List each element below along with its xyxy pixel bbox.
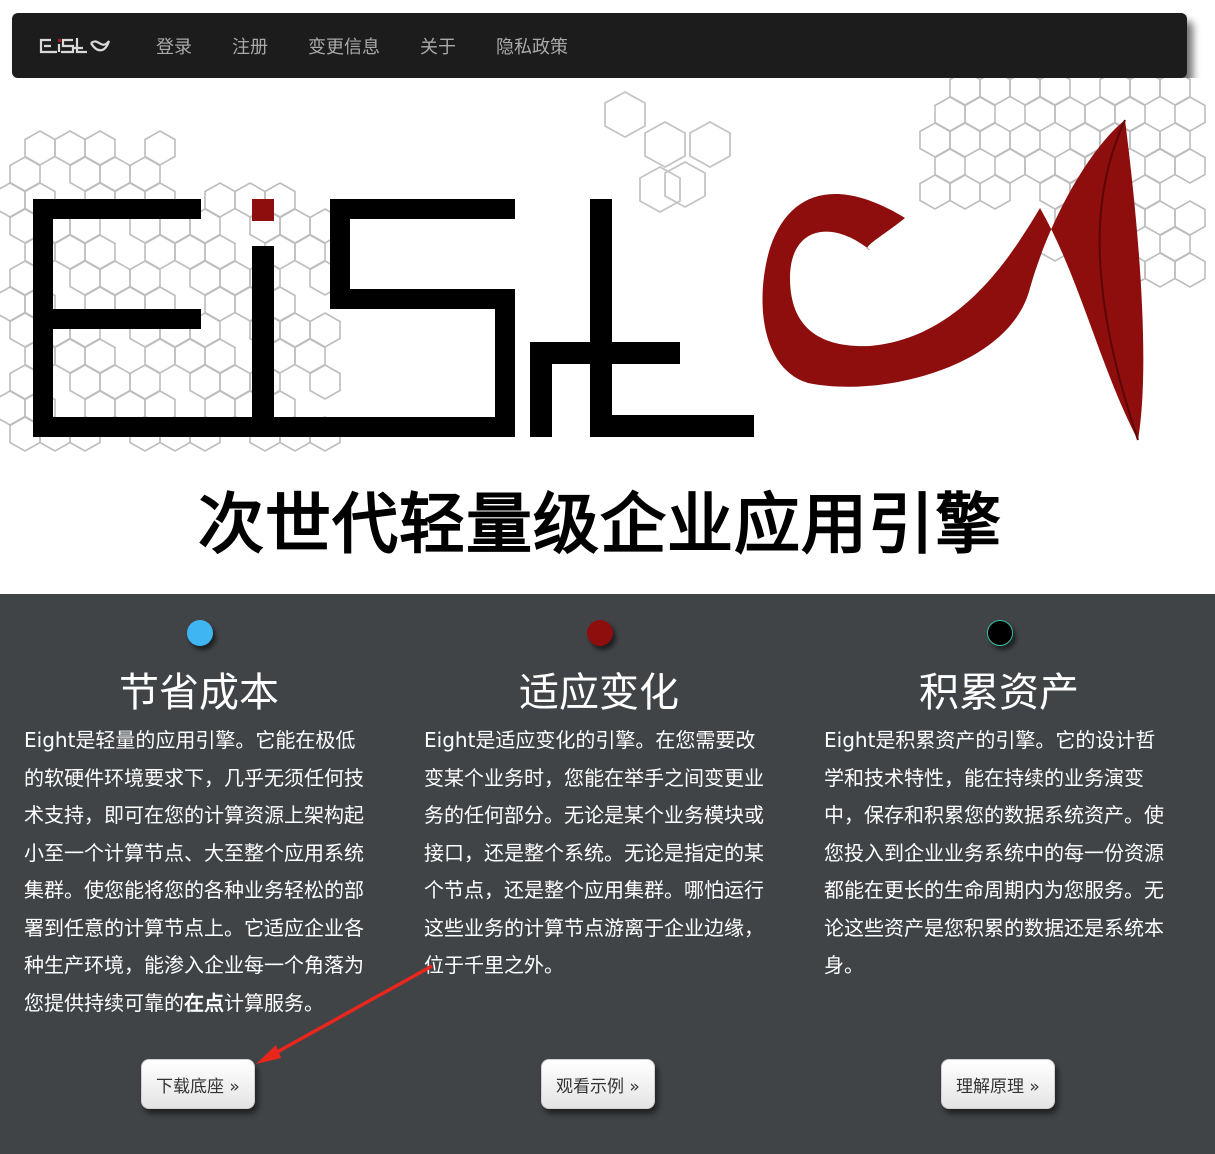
feature-dot-icon xyxy=(987,620,1013,646)
hero-banner: 次世代轻量级企业应用引擎 xyxy=(0,78,1215,594)
download-base-button[interactable]: 下载底座 » xyxy=(141,1059,255,1109)
page: 登录 注册 变更信息 关于 隐私政策 次世代轻量级企业应用引擎 节省成本 Eig… xyxy=(0,0,1215,1154)
nav-privacy-policy[interactable]: 隐私政策 xyxy=(496,33,568,59)
feature-title: 适应变化 xyxy=(519,670,679,716)
nav-about[interactable]: 关于 xyxy=(420,33,456,59)
feature-description: Eight是适应变化的引擎。在您需要改变某个业务时，您能在举手之间变更业务的任何… xyxy=(424,728,764,977)
brand-logo[interactable] xyxy=(26,13,126,78)
nav-register[interactable]: 注册 xyxy=(232,33,268,59)
feature-description: Eight是轻量的应用引擎。它能在极低的软硬件环境要求下，几乎无须任何技术支持，… xyxy=(24,728,364,1015)
feature-description: Eight是积累资产的引擎。它的设计哲学和技术特性，能在持续的业务演变中，保存和… xyxy=(824,728,1164,977)
brand-logo-icon xyxy=(39,37,111,53)
view-example-button[interactable]: 观看示例 » xyxy=(541,1059,655,1109)
features-section: 节省成本 Eight是轻量的应用引擎。它能在极低的软硬件环境要求下，几乎无须任何… xyxy=(0,594,1215,1154)
feature-title: 积累资产 xyxy=(919,670,1079,716)
nav-login[interactable]: 登录 xyxy=(156,33,192,59)
hero-slogan: 次世代轻量级企业应用引擎 xyxy=(198,486,1002,563)
feature-dot-icon xyxy=(187,620,213,646)
feature-dot-icon xyxy=(587,620,613,646)
hero-logo xyxy=(33,119,1144,441)
nav-change-info[interactable]: 变更信息 xyxy=(308,33,380,59)
top-navbar: 登录 注册 变更信息 关于 隐私政策 xyxy=(12,13,1187,78)
understand-principle-button[interactable]: 理解原理 » xyxy=(941,1059,1055,1109)
feature-title: 节省成本 xyxy=(119,670,279,716)
